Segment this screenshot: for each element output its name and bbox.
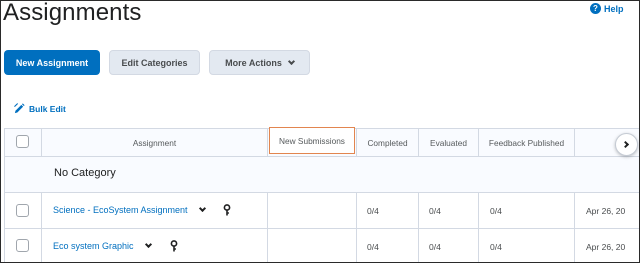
new-assignment-button[interactable]: New Assignment [4, 50, 100, 75]
assignment-link[interactable]: Eco system Graphic [53, 241, 134, 251]
evaluated-value: 0/4 [429, 242, 441, 252]
row-checkbox[interactable] [16, 239, 29, 252]
column-divider [267, 129, 268, 157]
bulk-edit-button[interactable]: Bulk Edit [14, 103, 66, 114]
page-title: Assignments [3, 0, 142, 26]
due-date-value: Apr 26, 20 [586, 206, 626, 216]
assignment-link[interactable]: Science - EcoSystem Assignment [53, 205, 188, 215]
column-divider [574, 193, 575, 262]
header-evaluated[interactable]: Evaluated [419, 129, 478, 157]
evaluated-value: 0/4 [429, 206, 441, 216]
bulk-edit-label: Bulk Edit [29, 103, 66, 114]
help-link[interactable]: ? Help [590, 3, 624, 14]
key-icon[interactable] [170, 240, 178, 252]
pencil-icon [14, 103, 25, 114]
header-assignment[interactable]: Assignment [42, 129, 267, 157]
edit-categories-button[interactable]: Edit Categories [109, 50, 200, 75]
select-all-checkbox[interactable] [16, 135, 29, 148]
column-divider [574, 129, 575, 157]
header-completed[interactable]: Completed [357, 129, 418, 157]
key-icon[interactable] [223, 204, 231, 216]
assignments-page: Assignments ? Help New Assignment Edit C… [0, 0, 640, 263]
completed-value: 0/4 [367, 242, 379, 252]
column-divider [356, 193, 357, 262]
help-label: Help [604, 3, 624, 14]
more-actions-label: More Actions [225, 57, 282, 68]
column-divider [267, 193, 268, 262]
header-feedback-published[interactable]: Feedback Published [479, 129, 574, 157]
due-date-value: Apr 26, 20 [586, 242, 626, 252]
row-checkbox[interactable] [16, 204, 29, 217]
chevron-right-icon [621, 140, 630, 149]
category-label: No Category [54, 167, 116, 179]
column-divider [478, 193, 479, 262]
feedback-value: 0/4 [490, 242, 502, 252]
more-actions-button[interactable]: More Actions [209, 50, 310, 75]
completed-value: 0/4 [367, 206, 379, 216]
chevron-down-icon [287, 57, 295, 65]
scroll-right-button[interactable] [615, 133, 638, 156]
feedback-value: 0/4 [490, 206, 502, 216]
column-divider [418, 193, 419, 262]
help-icon: ? [590, 3, 601, 14]
column-divider [41, 193, 42, 262]
header-new-submissions[interactable]: New Submissions [269, 127, 355, 154]
